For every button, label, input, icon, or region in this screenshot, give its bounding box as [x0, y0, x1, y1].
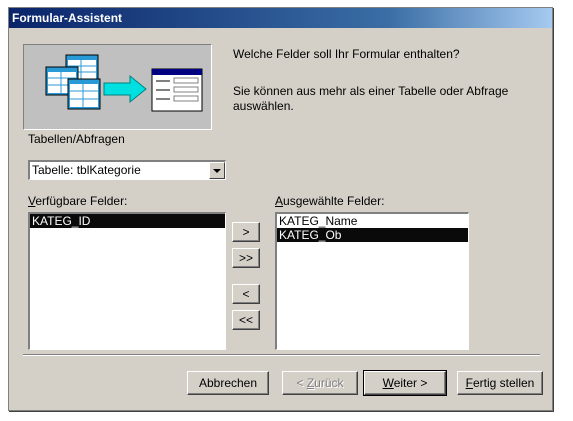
available-fields-list[interactable]: KATEG_ID — [28, 212, 226, 350]
window-title: Formular-Assistent — [12, 11, 123, 25]
add-all-fields-button[interactable]: >> — [232, 248, 260, 268]
source-label: Tabellen/Abfragen — [28, 132, 125, 146]
selected-fields-list[interactable]: KATEG_Name KATEG_Ob — [275, 212, 469, 350]
footer-separator — [23, 354, 540, 356]
list-item[interactable]: KATEG_Name — [277, 214, 468, 228]
wizard-question: Welche Felder soll Ihr Formular enthalte… — [233, 47, 460, 61]
remove-all-fields-button[interactable]: << — [232, 310, 260, 330]
list-item[interactable]: KATEG_Ob — [277, 228, 468, 242]
next-button[interactable]: Weiter > — [363, 370, 447, 396]
wizard-illustration — [23, 44, 212, 130]
add-field-button[interactable]: > — [232, 222, 260, 242]
selected-fields-label: Ausgewählte Felder: — [275, 194, 385, 208]
source-select[interactable]: Tabelle: tblKategorie — [28, 160, 226, 180]
wizard-hint: Sie können aus mehr als einer Tabelle od… — [233, 84, 509, 113]
remove-field-button[interactable]: < — [232, 284, 260, 304]
back-button[interactable]: < Zurück — [282, 371, 358, 395]
tables-to-form-icon — [45, 54, 203, 112]
cancel-button[interactable]: Abbrechen — [187, 371, 269, 395]
title-bar[interactable]: Formular-Assistent — [9, 8, 552, 28]
available-fields-label: Verfügbare Felder: — [28, 194, 128, 208]
dropdown-arrow-icon[interactable] — [209, 162, 225, 179]
finish-button[interactable]: Fertig stellen — [457, 371, 543, 395]
source-select-value: Tabelle: tblKategorie — [32, 163, 141, 177]
form-wizard-window: Formular-Assistent Welche Felder soll Ih… — [8, 7, 553, 411]
list-item[interactable]: KATEG_ID — [30, 214, 225, 228]
